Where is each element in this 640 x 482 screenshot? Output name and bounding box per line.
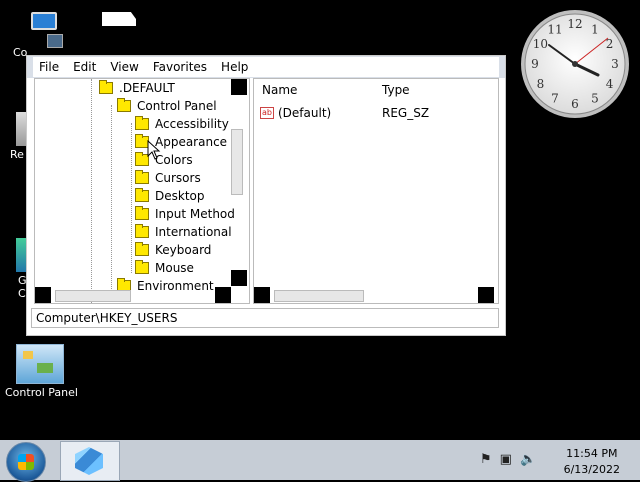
desktop-icon-label: Control Panel — [5, 386, 78, 399]
tree-item-label: .DEFAULT — [119, 81, 175, 95]
folder-icon — [135, 242, 149, 256]
clock-numeral: 8 — [537, 77, 545, 91]
tree-item-label: Desktop — [155, 189, 205, 203]
menu-file[interactable]: File — [33, 60, 67, 74]
clock-numeral: 5 — [591, 92, 599, 106]
column-header-name[interactable]: Name — [262, 83, 297, 97]
tree-item-environment[interactable]: Environment — [117, 277, 214, 295]
tree-item-label: Keyboard — [155, 243, 212, 257]
tree-item-desktop[interactable]: Desktop — [135, 187, 205, 205]
scroll-up-button[interactable] — [231, 79, 247, 95]
mouse-cursor-icon — [147, 140, 161, 160]
tree-item-mouse[interactable]: Mouse — [135, 259, 194, 277]
status-path: Computer\HKEY_USERS — [36, 311, 178, 325]
tree-item-label: Input Method — [155, 207, 235, 221]
tree-item-input-method[interactable]: Input Method — [135, 205, 235, 223]
start-button[interactable] — [6, 442, 46, 482]
table-row[interactable]: ab (Default) REG_SZ — [260, 105, 490, 121]
scroll-left-button[interactable] — [35, 287, 51, 303]
clock-display[interactable]: 11:54 PM 6/13/2022 — [564, 446, 620, 478]
tree-item-cursors[interactable]: Cursors — [135, 169, 201, 187]
clock-numeral: 10 — [533, 37, 548, 51]
desktop-icon-control-panel[interactable]: Control Panel — [5, 344, 78, 399]
tree-item-label: Mouse — [155, 261, 194, 275]
tree-item-control-panel[interactable]: Control Panel — [117, 97, 217, 115]
values-pane[interactable]: Name Type ab (Default) REG_SZ — [253, 78, 499, 304]
control-panel-icon — [16, 344, 64, 384]
horizontal-scrollbar-thumb[interactable] — [55, 290, 131, 302]
tree-item-label: Cursors — [155, 171, 201, 185]
scroll-down-button[interactable] — [231, 270, 247, 286]
folder-icon — [99, 80, 113, 94]
tree-item-label: International — [155, 225, 232, 239]
clock-numeral: 11 — [547, 22, 562, 36]
clock-numeral: 1 — [591, 22, 599, 36]
clock-gadget[interactable]: 12 1234567891011 — [519, 8, 631, 120]
status-bar: Computer\HKEY_USERS — [31, 308, 499, 328]
folder-icon — [135, 224, 149, 238]
taskbar-button-regedit[interactable] — [60, 441, 120, 481]
menu-favorites[interactable]: Favorites — [147, 60, 215, 74]
system-tray: ⚑ ▣ 🔈 — [480, 452, 536, 467]
menu-bar: File Edit View Favorites Help — [33, 57, 499, 77]
computer-icon — [17, 10, 63, 48]
folder-icon — [117, 98, 131, 112]
folder-icon — [135, 206, 149, 220]
time-text: 11:54 PM — [566, 447, 618, 460]
vertical-scrollbar-thumb[interactable] — [231, 129, 243, 195]
folder-icon — [135, 260, 149, 274]
tree-item-label: Environment — [137, 279, 214, 293]
clock-numeral: 3 — [611, 57, 619, 71]
tree-item-accessibility[interactable]: Accessibility — [135, 115, 229, 133]
tree-item-label: Accessibility — [155, 117, 229, 131]
menu-help[interactable]: Help — [215, 60, 256, 74]
clock-numeral: 9 — [531, 57, 539, 71]
column-header-type[interactable]: Type — [382, 83, 410, 97]
scroll-right-button[interactable] — [215, 287, 231, 303]
taskbar: ⚑ ▣ 🔈 11:54 PM 6/13/2022 — [0, 440, 640, 482]
tree-item-colors[interactable]: Colors — [135, 151, 193, 169]
folder-icon — [135, 170, 149, 184]
value-type: REG_SZ — [382, 106, 430, 120]
tree-item-keyboard[interactable]: Keyboard — [135, 241, 211, 259]
string-value-icon: ab — [260, 107, 274, 119]
tree-item-international[interactable]: International — [135, 223, 232, 241]
scroll-right-button[interactable] — [478, 287, 494, 303]
briefcase-icon[interactable] — [102, 12, 136, 26]
action-center-flag-icon[interactable]: ⚑ — [480, 452, 492, 467]
clock-numeral: 7 — [551, 92, 559, 106]
volume-muted-icon[interactable]: 🔈 — [520, 452, 536, 467]
network-icon[interactable]: ▣ — [500, 452, 512, 467]
horizontal-scrollbar-thumb[interactable] — [274, 290, 364, 302]
tree-item-default[interactable]: .DEFAULT — [99, 79, 175, 97]
date-text: 6/13/2022 — [563, 463, 620, 476]
folder-icon — [135, 116, 149, 130]
desktop-icon-computer[interactable]: Co — [5, 10, 75, 59]
clock-numeral: 6 — [571, 97, 579, 111]
regedit-icon — [75, 447, 103, 475]
clock-numeral: 12 — [567, 17, 582, 31]
tree-pane[interactable]: .DEFAULT Control Panel Accessibility App… — [34, 78, 250, 304]
tree-item-label: Appearance — [155, 135, 228, 149]
clock-numeral: 4 — [606, 77, 614, 91]
folder-icon — [135, 188, 149, 202]
menu-edit[interactable]: Edit — [67, 60, 104, 74]
scroll-left-button[interactable] — [254, 287, 270, 303]
menu-view[interactable]: View — [104, 60, 146, 74]
value-name: (Default) — [278, 106, 332, 120]
registry-editor-window[interactable]: File Edit View Favorites Help .DEFAULT C… — [26, 55, 506, 336]
tree-item-label: Control Panel — [137, 99, 217, 113]
